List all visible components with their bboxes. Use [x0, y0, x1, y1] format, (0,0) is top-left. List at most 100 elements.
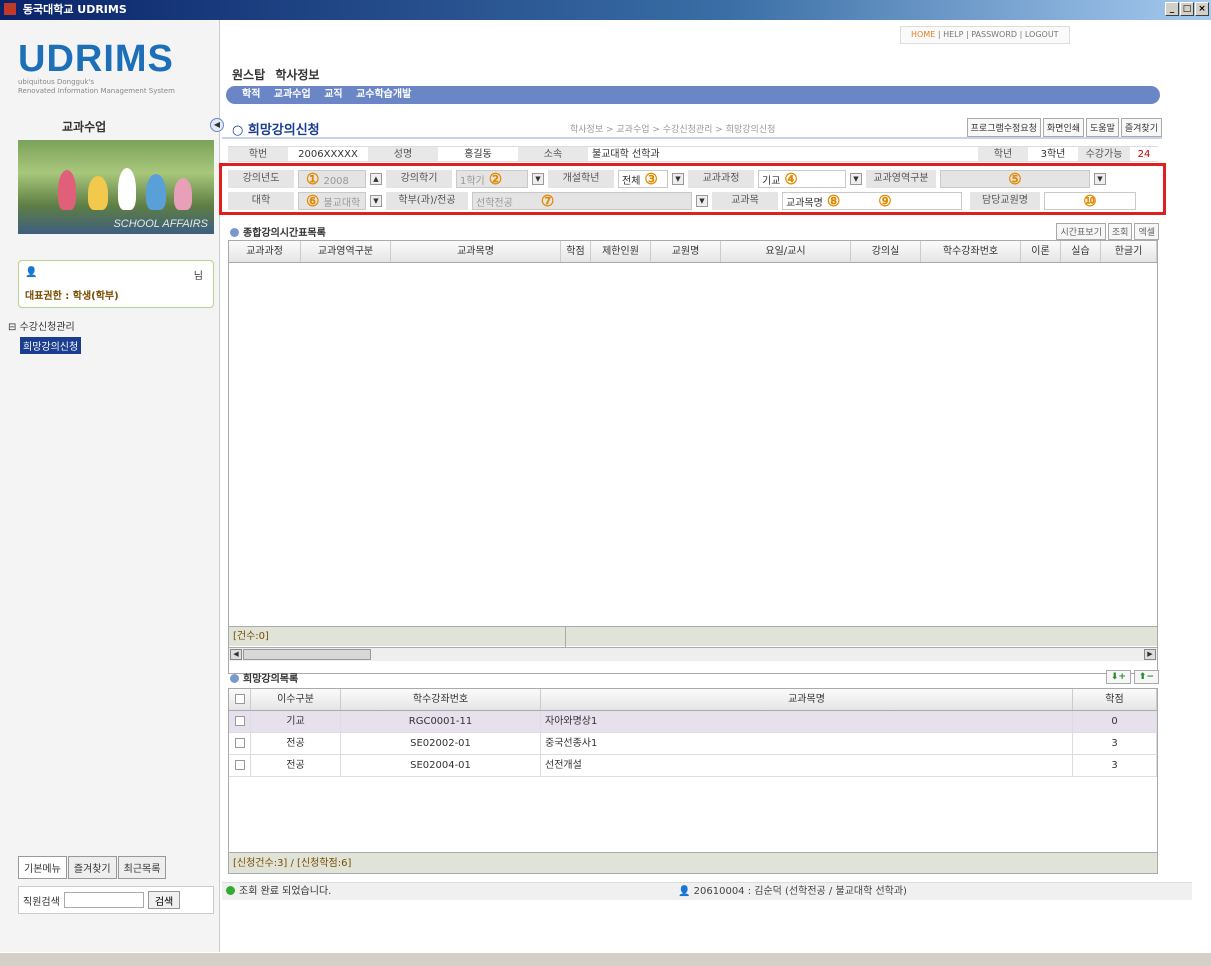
window-title: 동국대학교 UDRIMS — [22, 3, 127, 16]
help-link[interactable]: HELP — [943, 30, 963, 39]
window-bottom-bar — [0, 952, 1211, 966]
col-credit[interactable]: 학점 — [561, 241, 591, 262]
college-dropdown-icon[interactable]: ▼ — [370, 195, 382, 207]
student-name: 홍길동 — [464, 149, 492, 160]
menu-academic[interactable]: 학사정보 — [275, 68, 319, 82]
query-button[interactable]: 조회 — [1107, 223, 1133, 240]
home-link[interactable]: HOME — [911, 30, 935, 39]
search-conditions-box: 강의년도 ① 2008 ▲ 강의학기 1학기 ② ▼ 개설학년 전체 ③ ▼ 교과과정… — [219, 163, 1166, 215]
year-value: 2008 — [323, 176, 349, 187]
logo-sub-line2: Renovated Information Management System — [18, 87, 175, 95]
minimize-button[interactable]: _ — [1165, 2, 1179, 16]
timetable-grid: 교과과정 교과영역구분 교과목명 학점 제한인원 교원명 요일/교시 강의실 학… — [228, 240, 1158, 674]
marker-1: ① — [306, 171, 320, 188]
scroll-left-icon[interactable]: ◀ — [230, 649, 242, 660]
dept-select[interactable]: 선학전공 ⑦ — [472, 192, 692, 210]
col-room[interactable]: 강의실 — [851, 241, 921, 262]
area-select[interactable]: ⑤ — [940, 170, 1090, 188]
favorite-button[interactable]: 즐겨찾기 — [1120, 118, 1162, 137]
col-subject[interactable]: 교과목명 — [541, 689, 1073, 710]
add-row-button[interactable]: ⬇+ — [1105, 670, 1131, 684]
term-dropdown-icon[interactable]: ▼ — [532, 173, 544, 185]
menu-tree: ⊟ 수강신청관리 희망강의신청 — [8, 318, 82, 354]
status-user-text: 20610004 : 김순덕 (선학전공 / 불교대학 선학과) — [693, 886, 907, 897]
row-checkbox[interactable] — [234, 716, 245, 726]
view-timetable-button[interactable]: 시간표보기 — [1056, 223, 1106, 240]
udrims-logo[interactable]: UDRIMS — [18, 38, 174, 81]
logout-link[interactable]: LOGOUT — [1025, 30, 1059, 39]
tree-item-course-registration[interactable]: ⊟ 수강신청관리 — [8, 318, 81, 333]
submenu-classes[interactable]: 교과수업 — [274, 89, 311, 100]
year-field[interactable]: ① 2008 — [298, 170, 366, 188]
row-checkbox[interactable] — [234, 760, 245, 770]
logo-sub-line1: ubiquitous Dongguk's — [18, 78, 95, 86]
password-link[interactable]: PASSWORD — [971, 30, 1017, 39]
marker-10: ⑩ — [1083, 193, 1097, 210]
dept-dropdown-icon[interactable]: ▼ — [696, 195, 708, 207]
tab-basic-menu[interactable]: 기본메뉴 — [18, 856, 67, 879]
col-limit[interactable]: 제한인원 — [591, 241, 651, 262]
col-code[interactable]: 학수강좌번호 — [921, 241, 1021, 262]
area-field-label: 교과영역구분 — [866, 170, 936, 188]
grade-dropdown-icon[interactable]: ▼ — [672, 173, 684, 185]
scroll-thumb[interactable] — [243, 649, 371, 660]
table-row[interactable]: 전공 SE02004-01 선전개설 3 — [229, 755, 1157, 777]
search-row-2: 대학 ⑥ 불교대학 ▼ 학부(과)/전공 선학전공 ⑦ ▼ 교과목 교과목명 ⑧ ⑨ 담… — [228, 190, 1140, 212]
app-icon — [4, 3, 16, 15]
dept-value: 선학전공 — [476, 198, 513, 209]
wishlist-section-title: 희망강의목록 — [230, 670, 298, 685]
excel-button[interactable]: 엑셀 — [1134, 223, 1159, 240]
area-dropdown-icon[interactable]: ▼ — [1094, 173, 1106, 185]
tab-favorites[interactable]: 즐겨찾기 — [67, 856, 117, 879]
col-theory[interactable]: 이론 — [1021, 241, 1061, 262]
prof-name-input[interactable]: ⑩ — [1044, 192, 1136, 210]
college-select[interactable]: ⑥ 불교대학 — [298, 192, 366, 210]
year-spinner-icon[interactable]: ▲ — [370, 173, 382, 185]
table-row[interactable]: 기교 RGC0001-11 자아와명상1 0 — [229, 711, 1157, 733]
staff-search-input[interactable] — [63, 892, 144, 908]
tab-recent[interactable]: 최근목록 — [117, 856, 167, 879]
collapse-sidebar-icon[interactable]: ◀ — [210, 118, 224, 132]
marker-8: ⑧ — [826, 193, 841, 210]
staff-search-button[interactable]: 검색 — [147, 891, 181, 909]
maximize-button[interactable]: □ — [1180, 2, 1194, 16]
col-type[interactable]: 이수구분 — [251, 689, 341, 710]
tree-item-wish-course[interactable]: 희망강의신청 — [20, 337, 82, 354]
col-select-all[interactable] — [229, 689, 251, 710]
submenu-registration[interactable]: 학적 — [242, 89, 260, 100]
sidebar-title: 교과수업 — [62, 120, 107, 134]
help-button[interactable]: 도움말 — [1086, 118, 1119, 137]
grade-select[interactable]: 전체 ③ — [618, 170, 668, 188]
cell-subject: 선전개설 — [541, 755, 1073, 776]
menu-one-stop[interactable]: 원스탑 — [232, 68, 265, 82]
col-course[interactable]: 교과과정 — [229, 241, 301, 262]
col-korean[interactable]: 한글기 — [1101, 241, 1157, 262]
term-select[interactable]: 1학기 ② — [456, 170, 528, 188]
col-practice[interactable]: 실습 — [1061, 241, 1101, 262]
col-credit[interactable]: 학점 — [1073, 689, 1157, 710]
course-field-label: 교과과정 — [688, 170, 754, 188]
course-dropdown-icon[interactable]: ▼ — [850, 173, 862, 185]
table-row[interactable]: 전공 SE02002-01 중국선종사1 3 — [229, 733, 1157, 755]
select-all-checkbox[interactable] — [234, 694, 245, 704]
timetable-hscroll[interactable]: ◀ ▶ — [229, 647, 1157, 661]
course-select[interactable]: 기교 ④ — [758, 170, 846, 188]
subject-search-input[interactable]: 교과목명 ⑧ ⑨ — [782, 192, 962, 210]
edit-request-button[interactable]: 프로그램수정요청 — [966, 118, 1041, 137]
col-schedule[interactable]: 요일/교시 — [721, 241, 851, 262]
top-links: HOME | HELP | PASSWORD | LOGOUT — [900, 26, 1070, 44]
close-button[interactable]: × — [1195, 2, 1209, 16]
col-code[interactable]: 학수강좌번호 — [341, 689, 541, 710]
scroll-right-icon[interactable]: ▶ — [1144, 649, 1156, 660]
submenu-development[interactable]: 교수학습개발 — [356, 89, 411, 100]
wishlist-header: 이수구분 학수강좌번호 교과목명 학점 — [229, 689, 1157, 711]
col-professor[interactable]: 교원명 — [651, 241, 721, 262]
print-button[interactable]: 화면인쇄 — [1042, 118, 1085, 137]
remove-row-button[interactable]: ⬆− — [1133, 670, 1159, 684]
staff-search-label: 직원검색 — [23, 896, 60, 908]
timetable-section-title: 종합강의시간표목록 — [230, 224, 326, 239]
col-subject[interactable]: 교과목명 — [391, 241, 561, 262]
col-area[interactable]: 교과영역구분 — [301, 241, 391, 262]
row-checkbox[interactable] — [234, 738, 245, 748]
submenu-teaching[interactable]: 교직 — [324, 89, 342, 100]
